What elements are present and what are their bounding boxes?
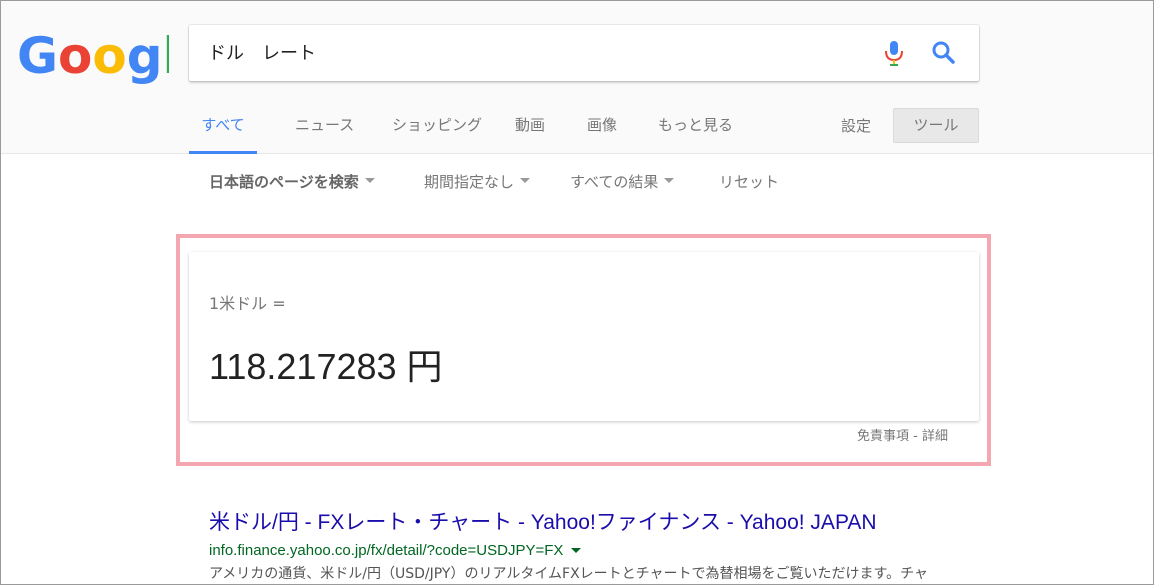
details-link[interactable]: 詳細 bbox=[922, 429, 948, 444]
filter-language[interactable]: 日本語のページを検索 bbox=[209, 171, 375, 192]
logo-letter: l bbox=[163, 27, 169, 85]
footer-separator: - bbox=[909, 429, 922, 444]
tools-button[interactable]: ツール bbox=[893, 108, 979, 143]
search-header: Google すべて ニュ bbox=[1, 1, 1153, 154]
browser-frame: Google すべて ニュ bbox=[0, 0, 1154, 585]
caret-down-icon bbox=[664, 178, 675, 183]
filter-reset[interactable]: リセット bbox=[719, 171, 779, 192]
filter-results-label: すべての結果 bbox=[570, 173, 659, 191]
converter-result: 118.217283 円 bbox=[209, 346, 443, 387]
tab-more[interactable]: もっと見る bbox=[658, 99, 733, 154]
settings-link[interactable]: 設定 bbox=[841, 115, 871, 136]
google-logo[interactable]: Google bbox=[17, 25, 214, 85]
tab-all[interactable]: すべて bbox=[189, 99, 257, 154]
filter-results[interactable]: すべての結果 bbox=[570, 171, 675, 192]
tab-news[interactable]: ニュース bbox=[295, 99, 354, 154]
filter-period-label: 期間指定なし bbox=[424, 173, 515, 191]
result-snippet: アメリカの通貨、米ドル/円（USD/JPY）のリアルタイムFXレートとチャートで… bbox=[209, 566, 929, 582]
search-input[interactable] bbox=[208, 35, 858, 69]
search-box bbox=[189, 25, 979, 81]
converter-from-text: 1米ドル = bbox=[209, 294, 286, 313]
result-url: info.finance.yahoo.co.jp/fx/detail/?code… bbox=[209, 542, 1149, 559]
result-url-text: info.finance.yahoo.co.jp/fx/detail/?code… bbox=[209, 542, 564, 559]
filter-language-label: 日本語のページを検索 bbox=[209, 173, 359, 191]
microphone-icon[interactable] bbox=[881, 39, 907, 67]
search-result: 米ドル/円 - FXレート・チャート - Yahoo!ファイナンス - Yaho… bbox=[209, 506, 1149, 583]
tab-shopping[interactable]: ショッピング bbox=[392, 99, 482, 154]
tab-videos[interactable]: 動画 bbox=[515, 99, 545, 154]
logo-letter: o bbox=[58, 27, 92, 85]
disclaimer-link[interactable]: 免責事項 bbox=[857, 429, 909, 444]
svg-text:Google: Google bbox=[17, 27, 169, 85]
search-icon[interactable] bbox=[929, 39, 959, 67]
result-title-link[interactable]: 米ドル/円 - FXレート・チャート - Yahoo!ファイナンス - Yaho… bbox=[209, 506, 1149, 536]
filter-period[interactable]: 期間指定なし bbox=[424, 171, 531, 192]
currency-converter-card: 1米ドル = 118.217283 円 bbox=[189, 252, 979, 421]
logo-letter: G bbox=[17, 27, 58, 85]
caret-down-icon bbox=[364, 178, 375, 183]
logo-letter: o bbox=[92, 27, 126, 85]
caret-down-icon bbox=[520, 178, 531, 183]
tab-images[interactable]: 画像 bbox=[587, 99, 617, 154]
converter-footer: 免責事項 - 詳細 bbox=[857, 425, 948, 444]
logo-letter: g bbox=[127, 27, 163, 85]
url-options-caret-icon[interactable] bbox=[571, 547, 582, 553]
